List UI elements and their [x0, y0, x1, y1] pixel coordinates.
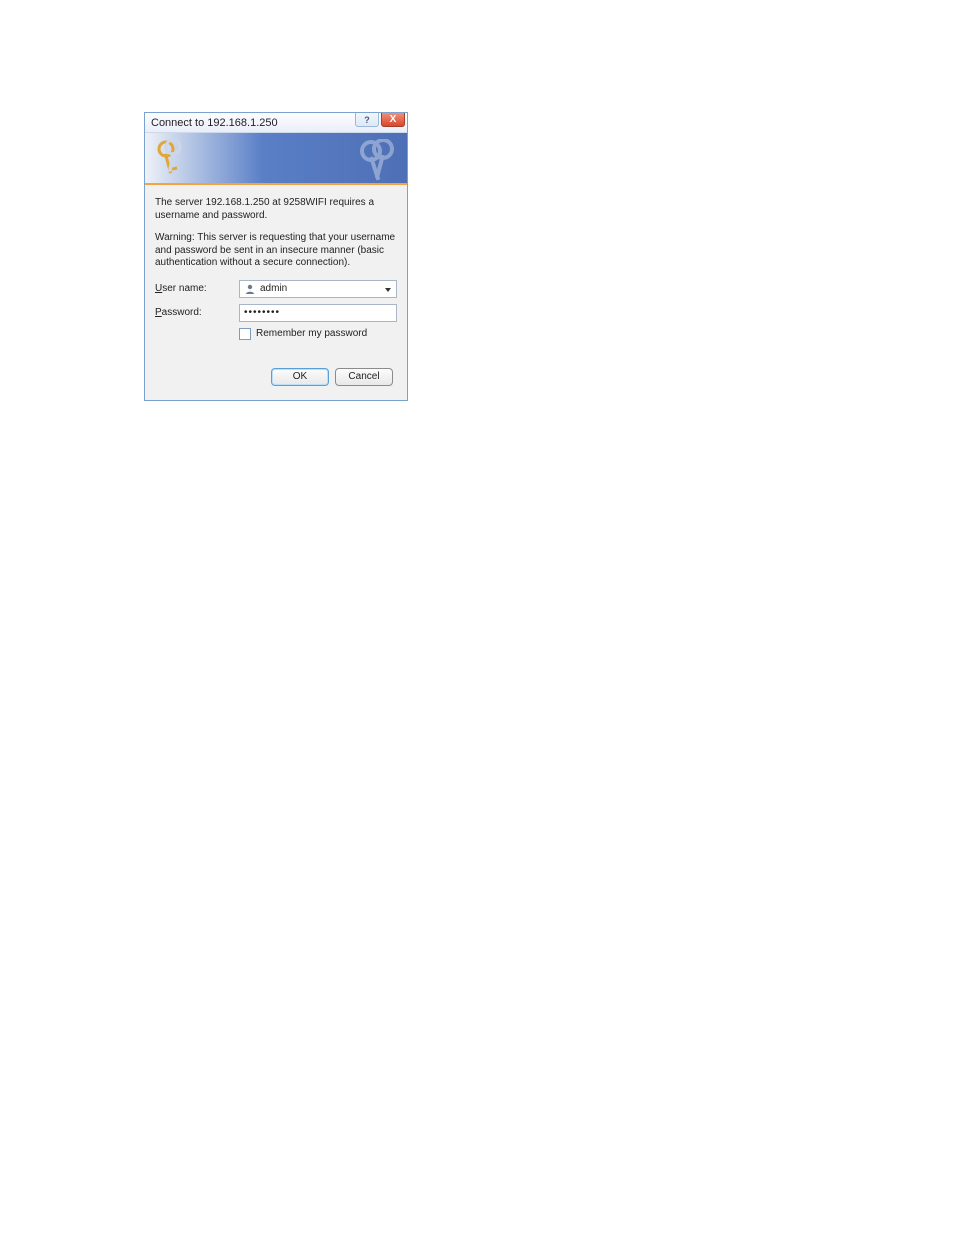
keys-icon-watermark [353, 139, 399, 185]
keys-icon [153, 139, 187, 182]
server-message: The server 192.168.1.250 at 9258WIFI req… [155, 197, 397, 222]
warning-message: Warning: This server is requesting that … [155, 232, 397, 270]
titlebar: Connect to 192.168.1.250 ? X [145, 113, 407, 133]
username-value: admin [260, 283, 287, 294]
dialog-title: Connect to 192.168.1.250 [151, 117, 278, 129]
banner [145, 133, 407, 185]
password-row: Password: •••••••• [155, 304, 397, 322]
help-button[interactable]: ? [355, 113, 379, 127]
remember-checkbox[interactable] [239, 328, 251, 340]
password-input[interactable]: •••••••• [239, 304, 397, 322]
content-area: The server 192.168.1.250 at 9258WIFI req… [145, 185, 407, 400]
ok-button[interactable]: OK [271, 368, 329, 386]
chevron-down-icon[interactable] [385, 288, 391, 292]
button-row: OK Cancel [155, 368, 397, 390]
remember-row: Remember my password [155, 328, 397, 340]
password-label: Password: [155, 307, 239, 318]
cancel-button[interactable]: Cancel [335, 368, 393, 386]
user-icon [244, 283, 256, 295]
username-input[interactable]: admin [239, 280, 397, 298]
username-label: User name: [155, 283, 239, 294]
close-button[interactable]: X [381, 113, 405, 127]
username-row: User name: admin [155, 280, 397, 298]
auth-dialog: Connect to 192.168.1.250 ? X Th [144, 112, 408, 401]
title-buttons: ? X [355, 113, 407, 132]
remember-label: Remember my password [256, 328, 367, 339]
